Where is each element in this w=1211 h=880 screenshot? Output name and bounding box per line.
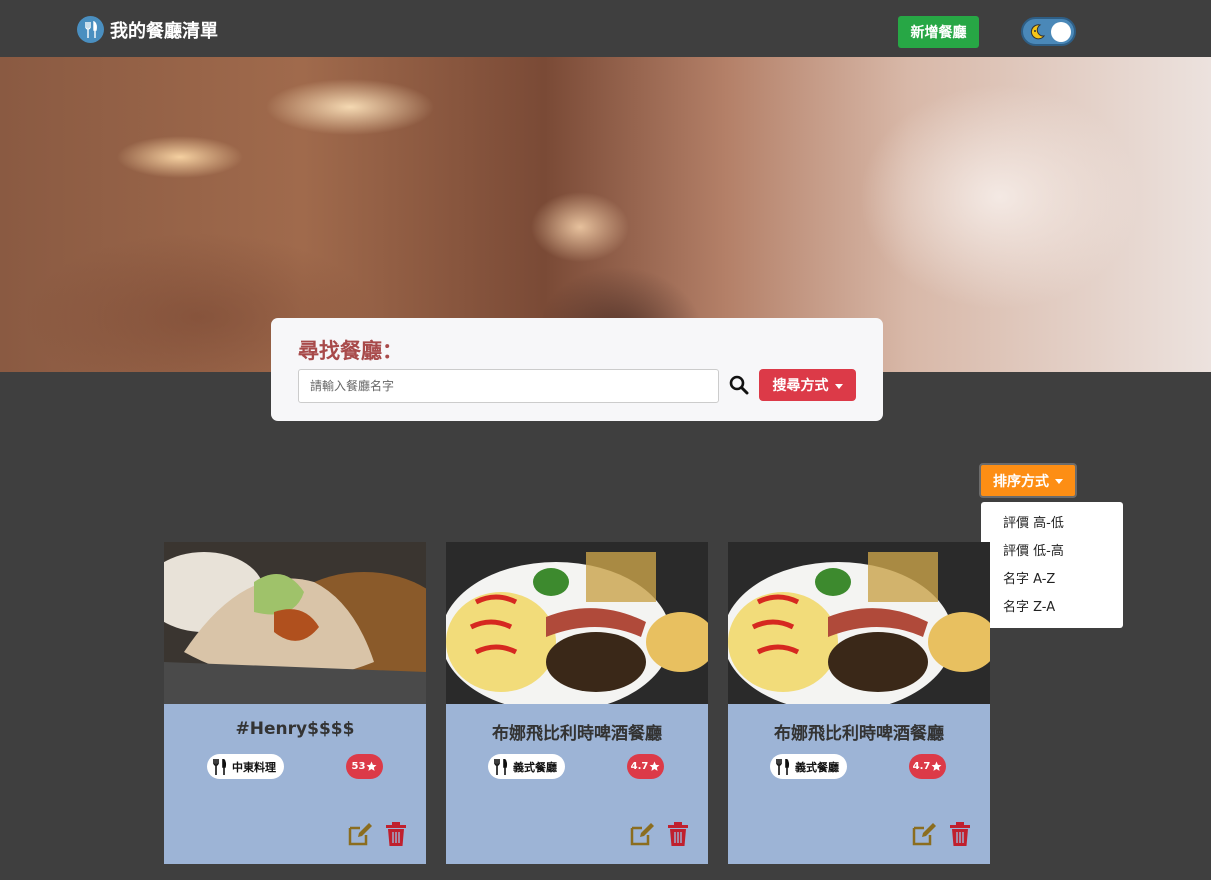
navbar: 我的餐廳清單 新增餐廳 [0,0,1211,57]
sort-dropdown-menu: 評價 高-低 評價 低-高 名字 A-Z 名字 Z-A [981,502,1123,628]
star-icon [649,761,660,771]
sort-option-name-desc[interactable]: 名字 Z-A [981,594,1123,622]
rating-value: 4.7 [912,761,931,772]
sort-dropdown-button[interactable]: 排序方式 [979,463,1077,498]
restaurant-photo [164,542,426,704]
restaurant-name[interactable]: #Henry$$$$ [164,719,426,739]
restaurant-card[interactable]: 布娜飛比利時啤酒餐廳 義式餐廳 4.7 [446,542,708,864]
rating-badge: 53 [346,754,383,779]
restaurant-photo [728,542,990,704]
add-restaurant-button[interactable]: 新增餐廳 [898,16,979,48]
restaurant-photo [446,542,708,704]
restaurant-name[interactable]: 布娜飛比利時啤酒餐廳 [446,719,708,744]
trash-icon[interactable] [386,822,406,846]
search-icon[interactable] [729,375,749,395]
restaurant-card[interactable]: 布娜飛比利時啤酒餐廳 義式餐廳 4.7 [728,542,990,864]
utensils-logo-icon [77,16,104,43]
caret-down-icon [834,383,843,389]
category-badge: 中東料理 [207,754,284,779]
search-panel: 尋找餐廳： 搜尋方式 [271,318,883,421]
search-input[interactable] [298,369,719,403]
brand-title: 我的餐廳清單 [110,20,218,42]
utensils-icon [213,758,227,775]
sort-option-rating-asc[interactable]: 評價 低-高 [981,538,1123,566]
restaurant-card[interactable]: #Henry$$$$ 中東料理 53 [164,542,426,864]
rating-value: 53 [351,761,366,772]
caret-down-icon [1055,479,1063,484]
rating-badge: 4.7 [909,754,946,779]
rating-value: 4.7 [630,761,649,772]
utensils-icon [776,758,790,775]
star-icon [367,761,377,771]
trash-icon[interactable] [950,822,970,846]
search-title: 尋找餐廳： [298,339,403,363]
category-badge: 義式餐廳 [488,754,565,779]
star-icon [931,761,942,771]
search-mode-dropdown-button[interactable]: 搜尋方式 [759,369,856,401]
search-mode-label: 搜尋方式 [772,378,829,394]
category-label: 義式餐廳 [795,760,839,774]
trash-icon[interactable] [668,822,688,846]
sort-label: 排序方式 [993,473,1049,490]
sort-option-name-asc[interactable]: 名字 A-Z [981,566,1123,594]
edit-icon[interactable] [630,822,656,846]
theme-toggle[interactable] [1021,17,1076,46]
moon-icon [1030,24,1046,40]
category-label: 中東料理 [232,760,276,774]
sort-option-rating-desc[interactable]: 評價 高-低 [981,510,1123,538]
utensils-icon [494,758,508,775]
category-label: 義式餐廳 [513,760,557,774]
category-badge: 義式餐廳 [770,754,847,779]
toggle-knob [1051,22,1071,42]
rating-badge: 4.7 [627,754,664,779]
edit-icon[interactable] [912,822,938,846]
edit-icon[interactable] [348,822,374,846]
restaurant-name[interactable]: 布娜飛比利時啤酒餐廳 [728,719,990,744]
brand-link[interactable]: 我的餐廳清單 [77,16,218,43]
